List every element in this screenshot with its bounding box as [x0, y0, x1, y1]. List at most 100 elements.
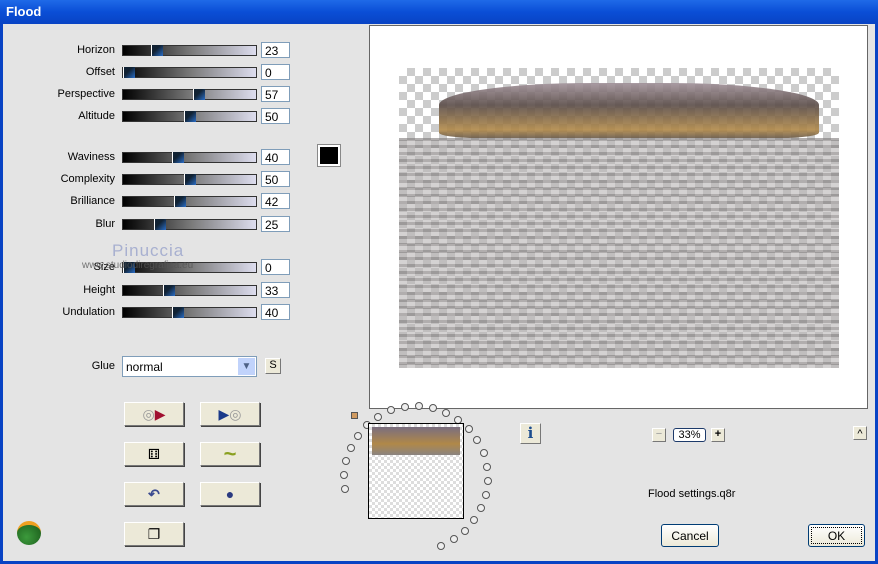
- slider-value-field[interactable]: 42: [261, 193, 290, 209]
- navigator-dot: [480, 449, 488, 457]
- slider-thumb[interactable]: [123, 67, 135, 78]
- water-reflection: [399, 138, 839, 368]
- navigator-dot: [477, 504, 485, 512]
- wave-button[interactable]: ~: [200, 441, 260, 466]
- slider-value-field[interactable]: 23: [261, 42, 290, 58]
- cancel-button[interactable]: Cancel: [661, 524, 719, 547]
- slider-track[interactable]: [122, 174, 257, 185]
- city-skyline: [439, 83, 819, 138]
- navigator-dot: [470, 516, 478, 524]
- copy-button[interactable]: ❐: [124, 522, 184, 546]
- title-bar: Flood: [0, 0, 878, 24]
- slider-track[interactable]: [122, 196, 257, 207]
- slider-value-field[interactable]: 0: [261, 64, 290, 80]
- thumbnail-image: [372, 427, 460, 455]
- slider-track[interactable]: [122, 307, 257, 318]
- navigator-dot: [483, 463, 491, 471]
- navigator-dot: [465, 425, 473, 433]
- slider-label: Complexity: [60, 173, 115, 185]
- navigator-dot: [415, 402, 423, 410]
- save-preset-button[interactable]: ▶◎: [200, 402, 260, 426]
- navigator-dot: [482, 491, 490, 499]
- navigator-dot: [354, 432, 362, 440]
- zoom-in-button[interactable]: +: [711, 428, 725, 442]
- slider-track[interactable]: [122, 45, 257, 56]
- glue-select[interactable]: normal ▼: [122, 356, 257, 377]
- slider-label: Height: [83, 284, 115, 296]
- navigator-dot: [461, 527, 469, 535]
- color-swatch[interactable]: [317, 144, 341, 167]
- reset-button[interactable]: ●: [200, 482, 260, 506]
- slider-label: Altitude: [78, 110, 115, 122]
- load-preset-button[interactable]: ◎▶: [124, 402, 184, 426]
- randomize-button[interactable]: ⚅: [124, 442, 184, 466]
- preview-image: [399, 68, 839, 368]
- slider-track[interactable]: [122, 89, 257, 100]
- dice-icon: ⚅: [147, 445, 161, 462]
- slider-thumb[interactable]: [163, 285, 175, 296]
- navigator-dot: [401, 403, 409, 411]
- slider-label: Waviness: [67, 151, 115, 163]
- navigator-dot: [450, 535, 458, 543]
- disc-arrow-icon: ◎▶: [142, 405, 166, 422]
- navigator-dot: [342, 457, 350, 465]
- slider-value-field[interactable]: 50: [261, 171, 290, 187]
- slider-track[interactable]: [122, 219, 257, 230]
- window-title: Flood: [6, 4, 42, 19]
- glue-value: normal: [126, 360, 163, 374]
- slider-thumb[interactable]: [174, 196, 186, 207]
- navigator-dot: [341, 485, 349, 493]
- slider-label: Offset: [85, 66, 115, 78]
- glue-label: Glue: [91, 360, 115, 372]
- navigator-dot: [437, 542, 445, 550]
- navigator-dot: [484, 477, 492, 485]
- slider-value-field[interactable]: 40: [261, 304, 290, 320]
- navigator-dot: [442, 409, 450, 417]
- slider-thumb[interactable]: [151, 45, 163, 56]
- slider-label: Horizon: [77, 44, 115, 56]
- slider-value-field[interactable]: 25: [261, 216, 290, 232]
- slider-thumb[interactable]: [172, 152, 184, 163]
- watermark-site: www.studiodiregrafica.eu: [82, 260, 194, 271]
- slider-value-field[interactable]: 0: [261, 259, 290, 275]
- wave-icon: ~: [223, 441, 237, 466]
- slider-value-field[interactable]: 57: [261, 86, 290, 102]
- navigator-dot: [429, 404, 437, 412]
- collapse-button[interactable]: ^: [853, 426, 867, 440]
- info-button[interactable]: i: [520, 423, 541, 444]
- arrow-disc-icon: ▶◎: [218, 405, 242, 422]
- chevron-down-icon[interactable]: ▼: [238, 358, 255, 375]
- slider-track[interactable]: [122, 152, 257, 163]
- copy-icon: ❐: [147, 525, 161, 542]
- slider-thumb[interactable]: [154, 219, 166, 230]
- slider-thumb[interactable]: [172, 307, 184, 318]
- navigator-thumbnail[interactable]: [368, 423, 464, 519]
- slider-label: Brilliance: [70, 195, 115, 207]
- slider-thumb[interactable]: [193, 89, 205, 100]
- navigator-dot: [340, 471, 348, 479]
- preview-panel[interactable]: [369, 25, 868, 409]
- navigator-dot: [347, 444, 355, 452]
- zoom-out-button[interactable]: −: [652, 428, 666, 442]
- ok-button[interactable]: OK: [808, 524, 865, 547]
- slider-track[interactable]: [122, 67, 257, 78]
- slider-label: Blur: [95, 218, 115, 230]
- slider-value-field[interactable]: 40: [261, 149, 290, 165]
- ring-icon: ●: [225, 486, 235, 502]
- slider-thumb[interactable]: [184, 174, 196, 185]
- navigator-dot: [374, 413, 382, 421]
- slider-value-field[interactable]: 33: [261, 282, 290, 298]
- slider-value-field[interactable]: 50: [261, 108, 290, 124]
- glue-s-button[interactable]: S: [265, 358, 281, 374]
- zoom-level: 33%: [673, 428, 706, 442]
- undo-button[interactable]: ↶: [124, 482, 184, 506]
- navigator-dot: [473, 436, 481, 444]
- navigator-handle[interactable]: [351, 412, 358, 419]
- slider-track[interactable]: [122, 285, 257, 296]
- slider-thumb[interactable]: [184, 111, 196, 122]
- slider-label: Undulation: [62, 306, 115, 318]
- app-logo-icon: [17, 521, 41, 545]
- slider-label: Perspective: [57, 88, 115, 100]
- slider-track[interactable]: [122, 111, 257, 122]
- undo-icon: ↶: [148, 485, 160, 502]
